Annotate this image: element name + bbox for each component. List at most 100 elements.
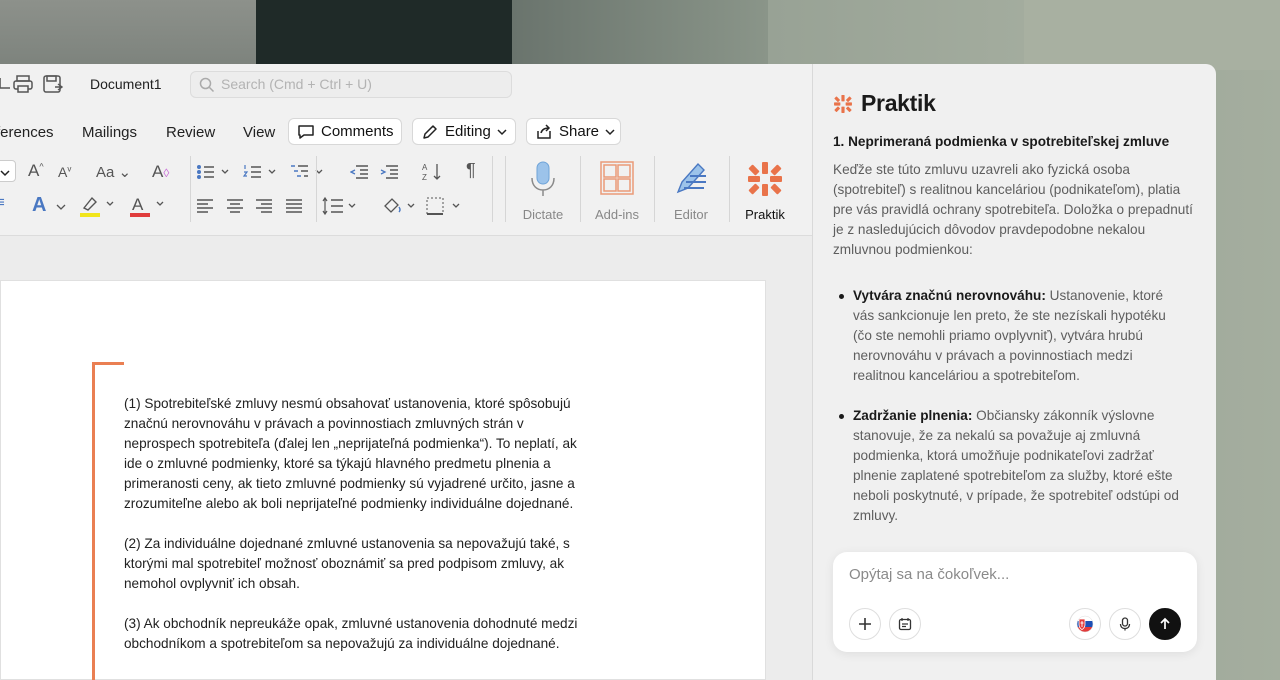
comment-icon (298, 124, 314, 139)
borders-icon[interactable] (426, 196, 466, 216)
answer-bullet: Vytvára značnú nerovnováhu: Ustanovenie,… (839, 286, 1183, 386)
increase-indent-icon[interactable] (380, 164, 400, 180)
document-paragraph[interactable]: (2) Za individuálne dojednané zmluvné us… (124, 534, 594, 594)
calendar-icon (898, 618, 912, 631)
editing-button[interactable]: Editing (412, 118, 516, 145)
svg-text:Z: Z (422, 173, 427, 182)
ribbon-separator (505, 156, 506, 222)
comments-button[interactable]: Comments (288, 118, 402, 145)
dictate-label: Dictate (522, 207, 564, 222)
editor-button[interactable]: Editor (664, 160, 718, 222)
ribbon-separator (316, 156, 317, 222)
pencil-icon (423, 124, 437, 139)
highlight-icon[interactable] (80, 194, 120, 218)
chat-composer (833, 552, 1197, 652)
ribbon-separator (190, 156, 191, 222)
editing-label: Editing (445, 123, 491, 140)
bullet-text: Občiansky zákonník výslovne stanovuje, ž… (853, 408, 1179, 523)
document-title: Document1 (90, 76, 162, 92)
tab-mailings[interactable]: Mailings (82, 124, 137, 141)
justify-icon[interactable] (285, 198, 303, 214)
ribbon-separator (492, 156, 493, 222)
chevron-down-icon (605, 128, 615, 135)
dictate-button[interactable]: Dictate (516, 160, 570, 222)
save-icon[interactable] (42, 74, 64, 94)
addins-label: Add-ins (594, 207, 640, 222)
calendar-button[interactable] (889, 608, 921, 640)
decrease-font-icon[interactable]: Av (58, 164, 71, 180)
svg-text:A: A (422, 163, 428, 172)
tab-review[interactable]: Review (166, 124, 215, 141)
answer-intro: Keďže ste túto zmluvu uzavreli ako fyzic… (833, 162, 1193, 257)
align-left-icon[interactable] (196, 198, 214, 214)
editor-pen-icon (676, 162, 706, 194)
praktik-panel: Praktik 1. Neprimeraná podmienka v spotr… (812, 64, 1216, 680)
share-button[interactable]: Share (526, 118, 621, 145)
decrease-indent-icon[interactable] (350, 164, 370, 180)
language-button[interactable] (1069, 608, 1101, 640)
slovak-flag-icon (1076, 615, 1094, 633)
shading-icon[interactable] (382, 196, 422, 216)
line-spacing-icon[interactable] (322, 196, 362, 216)
show-formatting-icon[interactable]: ¶ (466, 160, 476, 181)
document-paragraph[interactable]: (3) Ak obchodník nepreukáže opak, zmluvn… (124, 614, 594, 654)
tab-references[interactable]: ferences (0, 124, 54, 141)
style-icon[interactable]: ≡ (0, 194, 5, 211)
document-paragraph[interactable]: (1) Spotrebiteľské zmluvy nesmú obsahova… (124, 394, 594, 514)
praktik-logo-icon (834, 94, 852, 113)
bullet-dot (839, 414, 844, 419)
change-case-icon[interactable]: Aa ⌄ (96, 163, 131, 181)
comments-label: Comments (321, 123, 394, 140)
addins-icon (600, 161, 634, 195)
align-right-icon[interactable] (255, 198, 273, 214)
praktik-button[interactable]: Praktik (738, 160, 792, 222)
bullet-title: Vytvára značnú nerovnováhu: (853, 288, 1046, 303)
chevron-down-icon (0, 170, 10, 177)
title-bar: Document1 Search (Cmd + Ctrl + U) (0, 64, 812, 104)
add-button[interactable] (849, 608, 881, 640)
highlight-bracket (92, 362, 95, 680)
bullets-icon[interactable] (196, 164, 232, 180)
desktop-background (0, 0, 1280, 70)
chat-input[interactable] (849, 566, 1169, 583)
text-effects-icon[interactable]: A (32, 194, 46, 217)
answer-bullet: Zadržanie plnenia: Občiansky zákonník vý… (839, 406, 1183, 526)
ribbon-separator (654, 156, 655, 222)
praktik-brand: Praktik (833, 90, 936, 117)
highlight-bracket-top (92, 362, 124, 365)
plus-icon (859, 618, 871, 630)
search-icon (199, 77, 215, 93)
answer-heading: 1. Neprimeraná podmienka v spotrebiteľsk… (833, 134, 1170, 149)
search-placeholder: Search (Cmd + Ctrl + U) (221, 76, 372, 92)
font-size-dropdown[interactable] (0, 160, 16, 182)
voice-button[interactable] (1109, 608, 1141, 640)
ribbon-separator (729, 156, 730, 222)
chevron-down-icon[interactable] (56, 202, 66, 212)
share-label: Share (559, 123, 600, 140)
multilevel-list-icon[interactable] (290, 164, 326, 180)
microphone-icon (531, 161, 555, 196)
share-icon (537, 123, 551, 139)
tab-view[interactable]: View (243, 124, 275, 141)
sort-icon[interactable]: AZ (422, 162, 444, 182)
praktik-logo-icon (748, 162, 782, 196)
editor-label: Editor (674, 207, 708, 222)
print-icon[interactable] (12, 74, 34, 94)
ribbon-separator (580, 156, 581, 222)
increase-font-icon[interactable]: A^ (28, 161, 44, 181)
chevron-down-icon (497, 128, 507, 135)
send-button[interactable] (1149, 608, 1181, 640)
svg-text:A: A (132, 195, 144, 214)
brand-name: Praktik (861, 90, 936, 116)
arrow-up-icon (1160, 617, 1170, 629)
bullet-dot (839, 294, 844, 299)
align-center-icon[interactable] (226, 198, 244, 214)
microphone-icon (1119, 617, 1131, 631)
bullet-title: Zadržanie plnenia: (853, 408, 973, 423)
font-color-icon[interactable]: A (130, 194, 170, 218)
numbering-icon[interactable] (243, 164, 279, 180)
clear-formatting-icon[interactable]: A◊ (152, 162, 169, 182)
search-box[interactable]: Search (Cmd + Ctrl + U) (190, 71, 512, 98)
addins-button[interactable]: Add-ins (590, 160, 644, 222)
praktik-label: Praktik (745, 207, 785, 222)
